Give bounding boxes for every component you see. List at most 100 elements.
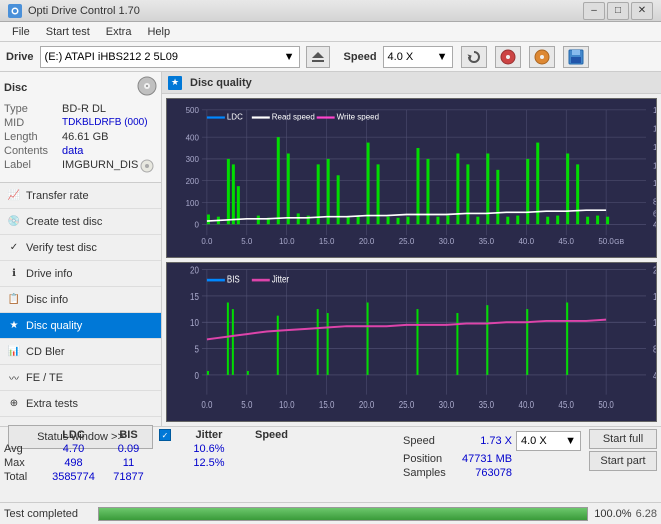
svg-text:30.0: 30.0: [439, 236, 455, 246]
nav-verify-test-disc[interactable]: ✓ Verify test disc: [0, 235, 161, 261]
svg-text:0: 0: [194, 370, 198, 381]
disc-type-field: Type BD-R DL: [4, 103, 157, 115]
stats-avg-ldc: 4.70: [46, 443, 101, 455]
disc-mid-field: MID TDKBLDRFB (000): [4, 117, 157, 129]
menu-file[interactable]: File: [4, 24, 38, 40]
svg-text:15: 15: [190, 291, 199, 302]
stats-total-bis: 71877: [101, 471, 156, 483]
speed-row-value: 1.73 X: [462, 435, 512, 447]
stats-total-label: Total: [4, 471, 46, 483]
svg-text:10X: 10X: [653, 178, 656, 188]
svg-text:10.0: 10.0: [279, 399, 295, 410]
svg-text:4%: 4%: [653, 370, 656, 381]
top-chart: 500 400 300 200 100 0 18X 16X 14X 12X 10…: [166, 98, 657, 258]
maximize-button[interactable]: □: [607, 2, 629, 20]
stats-bar: LDC BIS ✓ Jitter Speed Avg 4.70 0.09 10.…: [0, 426, 661, 502]
disc-type-label: Type: [4, 103, 62, 115]
nav-transfer-rate[interactable]: 📈 Transfer rate: [0, 183, 161, 209]
svg-text:35.0: 35.0: [479, 236, 495, 246]
nav-disc-quality[interactable]: ★ Disc quality: [0, 313, 161, 339]
chart-header: ★ Disc quality: [162, 72, 661, 94]
svg-text:0.0: 0.0: [201, 399, 212, 410]
drive-value: (E:) ATAPI iHBS212 2 5L09: [45, 51, 284, 63]
position-label: Position: [403, 453, 458, 465]
progress-fill: [99, 508, 587, 520]
svg-text:8%: 8%: [653, 344, 656, 355]
svg-text:14X: 14X: [653, 142, 656, 152]
disc-contents-label: Contents: [4, 145, 62, 157]
nav-create-test-disc[interactable]: 💿 Create test disc: [0, 209, 161, 235]
bottom-chart: 20 15 10 5 0 20% 16% 12% 8% 4% 0.0 5.0 1…: [166, 262, 657, 422]
settings-button[interactable]: [529, 46, 555, 68]
svg-text:6X: 6X: [653, 208, 656, 218]
svg-text:5.0: 5.0: [241, 399, 252, 410]
stats-max-label: Max: [4, 457, 46, 469]
nav-extra-tests-label: Extra tests: [26, 398, 78, 410]
chart-area: ★ Disc quality: [162, 72, 661, 426]
nav-drive-info[interactable]: ℹ Drive info: [0, 261, 161, 287]
svg-text:5: 5: [194, 344, 198, 355]
chart-header-icon: ★: [168, 76, 182, 90]
nav-cd-bler-label: CD Bler: [26, 346, 65, 358]
refresh-button[interactable]: [461, 46, 487, 68]
stats-total-ldc: 3585774: [46, 471, 101, 483]
stats-max-ldc: 498: [46, 457, 101, 469]
svg-text:20: 20: [190, 265, 199, 276]
eject-button[interactable]: [306, 46, 330, 68]
svg-text:LDC: LDC: [227, 111, 243, 121]
nav-extra-tests[interactable]: ⊕ Extra tests: [0, 391, 161, 417]
disc-icon-button[interactable]: [495, 46, 521, 68]
svg-text:5.0: 5.0: [241, 236, 252, 246]
jitter-checkbox[interactable]: ✓: [156, 429, 174, 441]
disc-panel-title: Disc: [4, 82, 27, 94]
minimize-button[interactable]: –: [583, 2, 605, 20]
svg-text:20.0: 20.0: [359, 399, 375, 410]
speed-target-selector[interactable]: 4.0 X ▼: [516, 431, 581, 451]
svg-text:45.0: 45.0: [558, 236, 574, 246]
disc-length-field: Length 46.61 GB: [4, 131, 157, 143]
svg-text:50.0: 50.0: [598, 399, 614, 410]
svg-text:12X: 12X: [653, 160, 656, 170]
svg-text:25.0: 25.0: [399, 399, 415, 410]
svg-text:8X: 8X: [653, 196, 656, 206]
drive-dropdown-icon: ▼: [284, 51, 295, 63]
nav-items: 📈 Transfer rate 💿 Create test disc ✓ Ver…: [0, 183, 161, 417]
nav-disc-info-label: Disc info: [26, 294, 68, 306]
nav-disc-info[interactable]: 📋 Disc info: [0, 287, 161, 313]
nav-cd-bler[interactable]: 📊 CD Bler: [0, 339, 161, 365]
menu-help[interactable]: Help: [139, 24, 178, 40]
speed-dropdown-arrow: ▼: [565, 435, 576, 447]
samples-row: Samples 763078: [403, 467, 581, 479]
progress-track: [98, 507, 588, 521]
disc-contents-value: data: [62, 145, 83, 157]
start-part-button[interactable]: Start part: [589, 451, 657, 471]
app-icon: [8, 4, 22, 18]
version-text: 6.28: [636, 508, 657, 520]
svg-text:12%: 12%: [653, 317, 656, 328]
charts-container: 500 400 300 200 100 0 18X 16X 14X 12X 10…: [162, 94, 661, 426]
speed-dropdown-icon: ▼: [437, 51, 448, 63]
svg-text:GB: GB: [614, 237, 624, 246]
checkmark-icon: ✓: [162, 431, 169, 440]
start-full-button[interactable]: Start full: [589, 429, 657, 449]
disc-type-value: BD-R DL: [62, 103, 106, 115]
speed-selector[interactable]: 4.0 X ▼: [383, 46, 453, 68]
svg-text:50.0: 50.0: [598, 236, 614, 246]
close-button[interactable]: ✕: [631, 2, 653, 20]
drive-info-icon: ℹ: [6, 266, 22, 282]
svg-text:0.0: 0.0: [201, 236, 212, 246]
speed-row-label: Speed: [403, 435, 458, 447]
menu-start-test[interactable]: Start test: [38, 24, 98, 40]
nav-fe-te[interactable]: 〰 FE / TE: [0, 365, 161, 391]
drive-selector[interactable]: (E:) ATAPI iHBS212 2 5L09 ▼: [40, 46, 300, 68]
svg-text:300: 300: [186, 154, 200, 164]
stats-speed-header: Speed: [244, 429, 299, 441]
menu-extra[interactable]: Extra: [98, 24, 140, 40]
svg-text:100: 100: [186, 197, 200, 207]
stats-max-bis: 11: [101, 457, 156, 469]
save-button[interactable]: [563, 46, 589, 68]
nav-disc-quality-label: Disc quality: [26, 320, 82, 332]
disc-header: Disc: [4, 76, 157, 99]
disc-label-label: Label: [4, 159, 62, 171]
nav-fe-te-label: FE / TE: [26, 372, 63, 384]
